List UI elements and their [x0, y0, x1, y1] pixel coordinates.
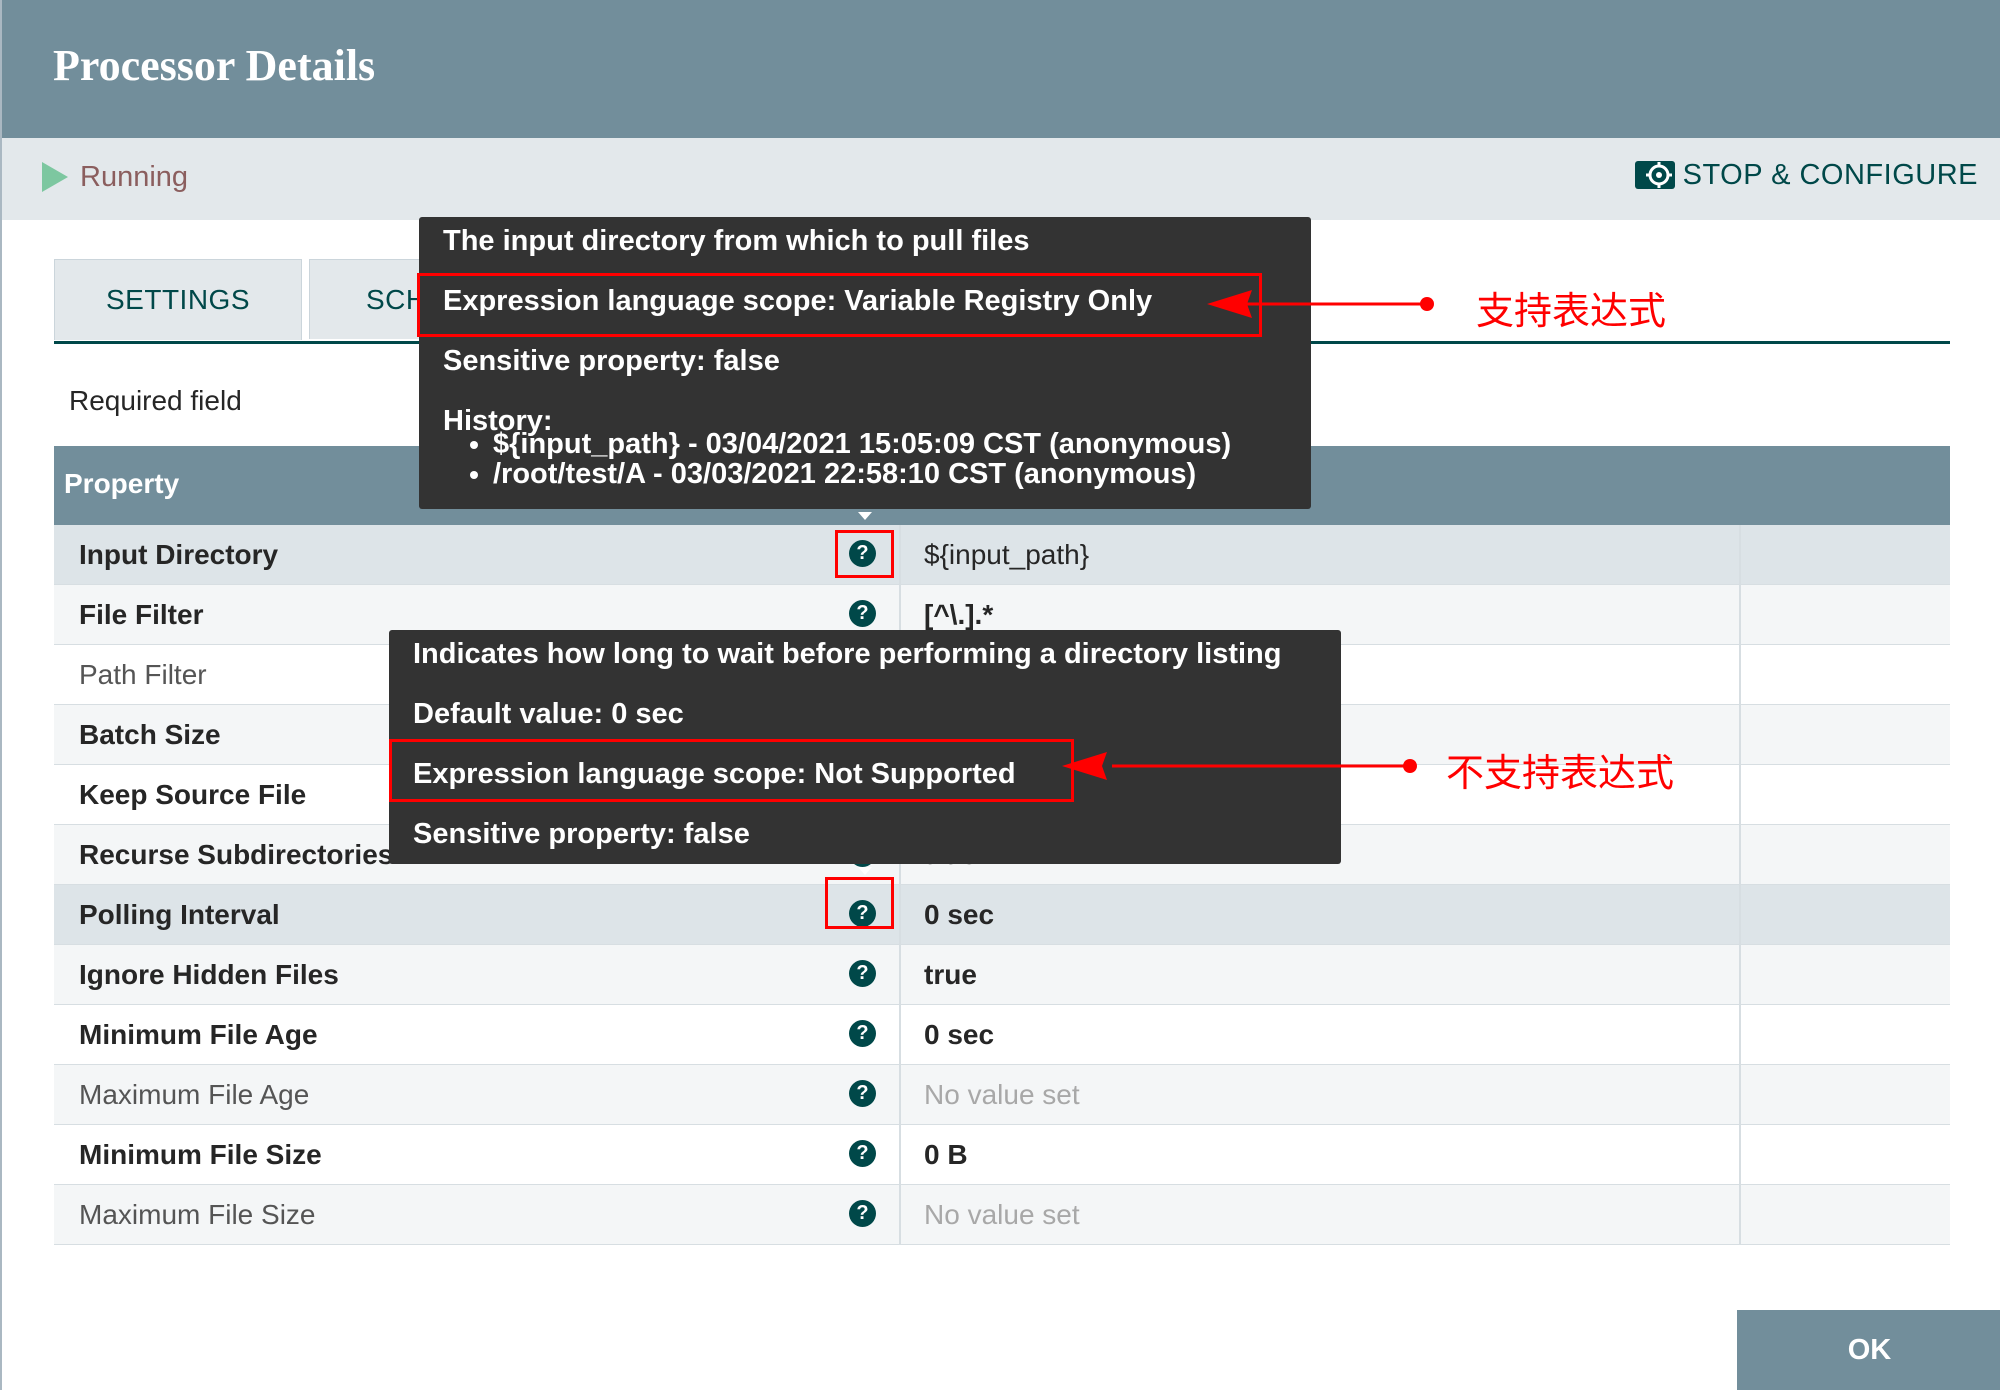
annotation-supported: 支持表达式 [1476, 289, 1667, 333]
annotation-arrows [1062, 290, 1434, 780]
annotation-not-supported: 不支持表达式 [1446, 751, 1675, 795]
processor-details-dialog: Processor Details Running STOP & CONFIGU… [0, 0, 2000, 1390]
